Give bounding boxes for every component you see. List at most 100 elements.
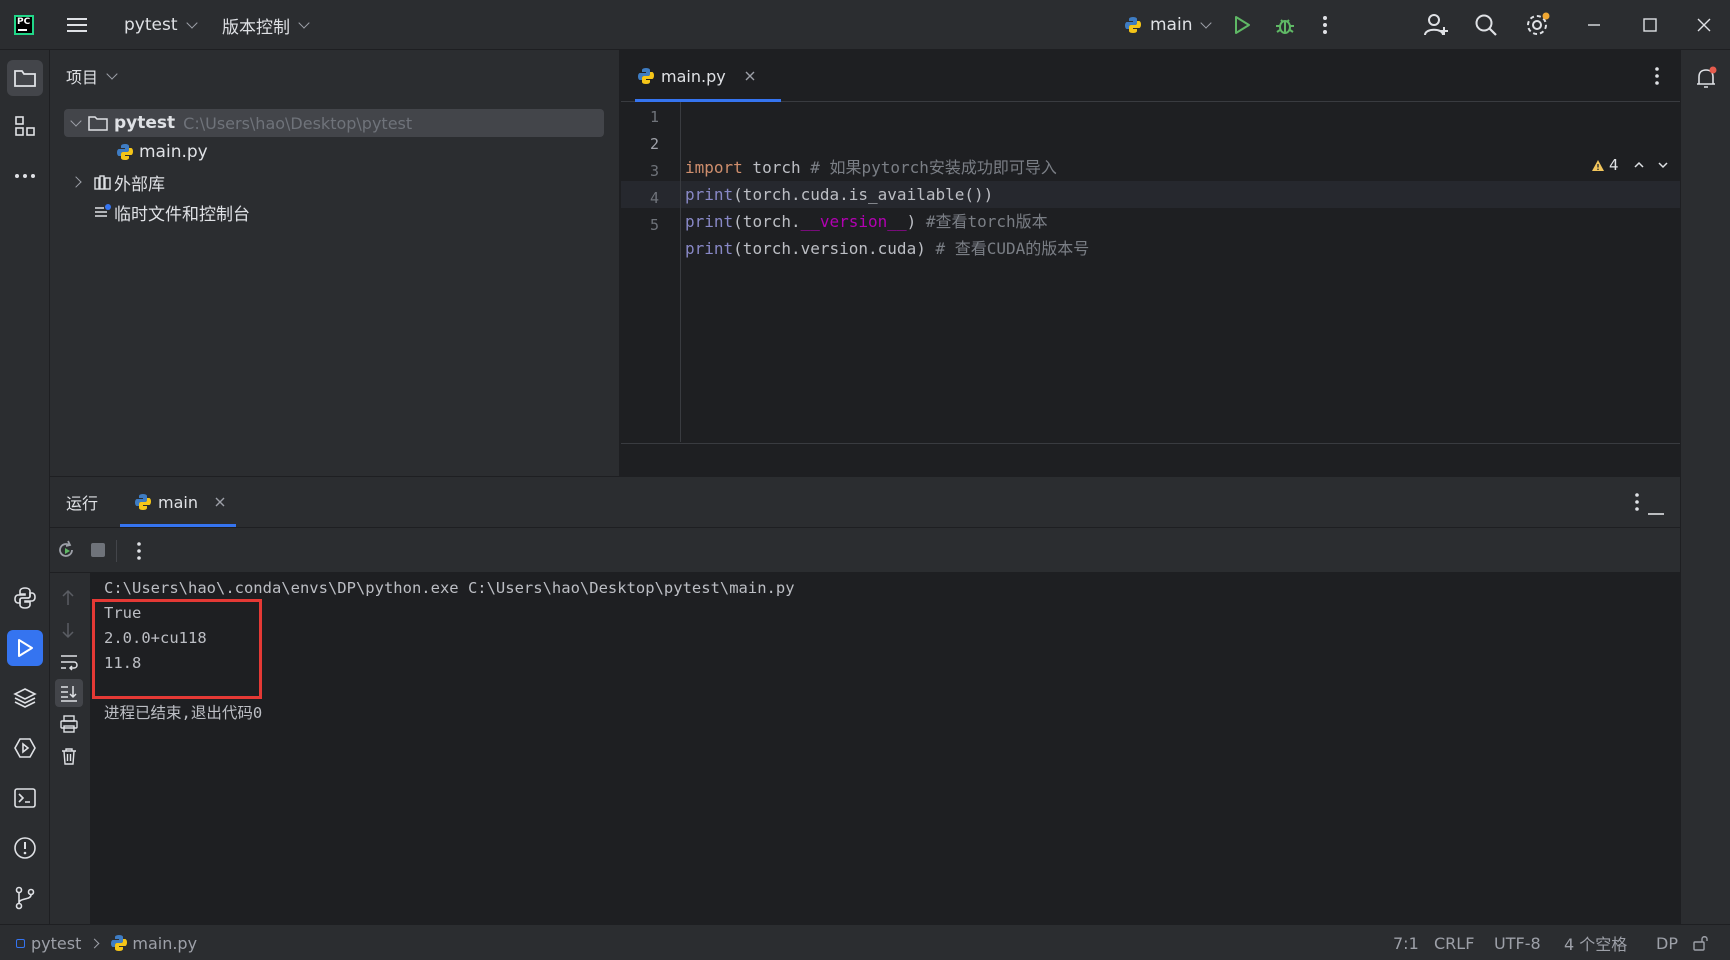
code-line-4[interactable]: print(torch.version.cuda) # 查看CUDA的版本号 [685, 235, 1089, 262]
pycharm-logo[interactable] [14, 0, 34, 50]
project-panel-header[interactable]: 项目 [66, 64, 118, 88]
layers-icon [13, 688, 37, 708]
folder-icon [88, 116, 108, 131]
right-tool-strip [1680, 50, 1730, 924]
python-packages-button[interactable] [7, 680, 43, 716]
code-text: (torch.cuda.is_available()) [733, 185, 994, 204]
run-tool-window: 运行 main C:\Users\hao\.conda\envs\DP\pyth… [50, 476, 1680, 925]
status-bar: pytest main.py 7:1 CRLF UTF-8 4 个空格 DP [0, 924, 1730, 960]
close-icon[interactable] [214, 496, 226, 508]
project-panel-title: 项目 [66, 68, 99, 87]
print-button[interactable] [60, 715, 78, 737]
code-with-me-button[interactable] [1424, 0, 1450, 50]
run-toolbar-more-button[interactable] [136, 541, 142, 565]
python-interpreter[interactable]: DP [1656, 925, 1678, 960]
inspection-widget[interactable]: 4 [1591, 156, 1669, 174]
breadcrumb-file[interactable]: main.py [132, 934, 197, 953]
python-file-icon [111, 935, 128, 951]
run-window-title-label: 运行 [66, 494, 99, 513]
more-actions-button[interactable] [1322, 0, 1328, 50]
more-tools-button[interactable] [7, 158, 43, 194]
maximize-button[interactable] [1642, 0, 1658, 50]
tree-item-project-root[interactable]: pytest C:\Users\hao\Desktop\pytest [64, 109, 604, 137]
scroll-down-button[interactable] [60, 621, 76, 643]
run-toolbar [50, 527, 1680, 573]
breadcrumb-project[interactable]: pytest [31, 934, 81, 953]
clear-all-button[interactable] [60, 747, 78, 769]
tab-run-main[interactable]: main [134, 477, 226, 527]
python-console-button[interactable] [7, 580, 43, 616]
tree-item-label: 外部库 [114, 174, 165, 195]
project-switcher[interactable]: pytest [124, 0, 198, 50]
chevron-up-icon[interactable] [1633, 160, 1645, 170]
settings-button[interactable] [1524, 0, 1550, 50]
notifications-button[interactable] [1688, 60, 1724, 96]
python-file-icon [117, 144, 133, 160]
search-icon [1475, 14, 1497, 36]
indent-setting[interactable]: 4 个空格 [1564, 925, 1627, 960]
stop-button[interactable] [90, 542, 106, 562]
rerun-button[interactable] [56, 540, 76, 564]
structure-icon [15, 116, 35, 136]
services-tool-button[interactable] [7, 730, 43, 766]
hide-panel-button[interactable] [1648, 501, 1664, 520]
structure-tool-button[interactable] [7, 108, 43, 144]
bug-icon [1276, 19, 1294, 34]
problems-icon [14, 837, 36, 859]
code-text: (torch.version.cuda) [733, 239, 926, 258]
more-vertical-icon [1635, 493, 1639, 511]
stop-icon [91, 543, 105, 557]
maximize-icon [1643, 18, 1657, 32]
line-number: 3 [649, 162, 659, 180]
editor-tabs-menu-button[interactable] [1654, 66, 1660, 90]
tab-main-py[interactable]: main.py [637, 50, 756, 102]
console-output[interactable]: C:\Users\hao\.conda\envs\DP\python.exe C… [90, 573, 1680, 925]
run-config-selector[interactable]: main [1124, 0, 1213, 50]
close-window-button[interactable] [1696, 0, 1712, 50]
breadcrumb: pytest main.py [16, 925, 197, 960]
scroll-to-end-button[interactable] [55, 679, 83, 707]
line-number: 2 [649, 135, 659, 153]
search-button[interactable] [1474, 0, 1498, 50]
debug-button[interactable] [1274, 0, 1296, 50]
close-icon[interactable] [744, 70, 756, 82]
code-line-2[interactable]: print(torch.cuda.is_available()) [685, 181, 993, 208]
code-text: torch [742, 158, 801, 177]
tree-item-scratches[interactable]: 临时文件和控制台 [94, 198, 250, 226]
git-tool-button[interactable] [7, 880, 43, 916]
run-button[interactable] [1232, 0, 1252, 50]
highlight-box-annotation [92, 599, 262, 699]
code-comment: #查看torch版本 [925, 212, 1048, 231]
run-tool-button[interactable] [7, 630, 43, 666]
code-editor: main.py 1 2 3 4 5 import torch # 如果pytor… [621, 50, 1680, 476]
toolbar-divider [116, 540, 117, 562]
editor-gutter: 1 2 3 4 5 [621, 102, 681, 442]
chevron-down-icon[interactable] [1657, 160, 1669, 170]
code-line-1[interactable]: import torch # 如果pytorch安装成功即可导入 [685, 154, 1057, 181]
terminal-tool-button[interactable] [7, 780, 43, 816]
main-menu-icon[interactable] [66, 0, 88, 50]
minimize-button[interactable] [1586, 0, 1602, 50]
read-only-toggle[interactable] [1692, 925, 1710, 960]
run-options-button[interactable] [1634, 492, 1640, 516]
tree-item-main-py[interactable]: main.py [116, 138, 208, 166]
caret-position[interactable]: 7:1 [1393, 925, 1419, 960]
vcs-menu[interactable]: 版本控制 [222, 0, 310, 50]
add-user-icon [1424, 14, 1448, 36]
file-encoding[interactable]: UTF-8 [1494, 925, 1541, 960]
code-comment: # 查看CUDA的版本号 [925, 239, 1090, 258]
problems-tool-button[interactable] [7, 830, 43, 866]
code-line-3[interactable]: print(torch.__version__) #查看torch版本 [685, 208, 1048, 235]
tree-item-external-libraries[interactable]: 外部库 [70, 168, 165, 196]
scroll-up-button[interactable] [60, 589, 76, 611]
arrow-up-icon [62, 589, 74, 605]
editor-bottom-divider [621, 443, 1680, 444]
line-separator[interactable]: CRLF [1434, 925, 1474, 960]
project-tool-button[interactable] [7, 60, 43, 96]
more-horizontal-icon [15, 174, 35, 178]
more-vertical-icon [1323, 16, 1327, 34]
chevron-down-icon [70, 114, 82, 127]
soft-wrap-button[interactable] [59, 653, 79, 675]
bell-icon [1697, 66, 1717, 88]
project-path: C:\Users\hao\Desktop\pytest [183, 113, 413, 133]
